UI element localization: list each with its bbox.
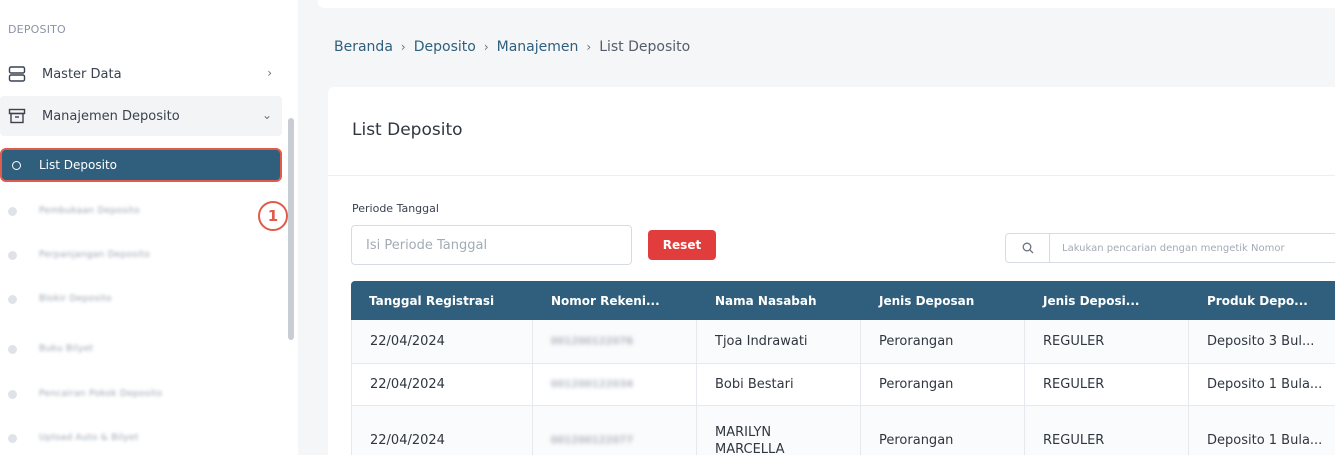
sidebar-section-label: DEPOSITO (8, 23, 66, 36)
breadcrumb-current: List Deposito (599, 39, 691, 55)
column-header[interactable]: Jenis Deposan (861, 281, 1025, 320)
sidebar-subitem[interactable]: Pembukaan Deposito (0, 196, 282, 226)
circle-icon (8, 294, 17, 304)
cell-nama: Bobi Bestari (697, 364, 861, 405)
circle-icon (8, 433, 17, 443)
table-header: Tanggal Registrasi Nomor Rekeni... Nama … (351, 281, 1335, 320)
annotation-badge: 1 (258, 201, 288, 231)
sidebar-subitem[interactable]: Perpanjangan Deposito (0, 240, 282, 270)
breadcrumb-beranda[interactable]: Beranda (334, 39, 393, 55)
table-row[interactable]: 22/04/2024 001200122034 Bobi Bestari Per… (351, 364, 1335, 406)
cell-jenis-deposito: REGULER (1025, 320, 1189, 363)
chevron-down-icon: ⌄ (261, 108, 272, 122)
circle-icon (8, 250, 17, 260)
sidebar-scrollbar[interactable] (288, 118, 294, 340)
cell-tanggal: 22/04/2024 (351, 320, 533, 363)
chevron-right-icon: › (267, 66, 272, 80)
circle-icon (8, 389, 17, 399)
page-title: List Deposito (352, 120, 463, 140)
top-header (318, 0, 1335, 8)
breadcrumb-deposito[interactable]: Deposito (414, 39, 476, 55)
sidebar-item-master-data[interactable]: Master Data › (0, 54, 282, 94)
cell-nomor: 001200122034 (533, 364, 697, 405)
cell-nama: Tjoa Indrawati (697, 320, 861, 363)
table-row[interactable]: 22/04/2024 001200122076 Tjoa Indrawati P… (351, 320, 1335, 364)
main-card: List Deposito Periode Tanggal Reset Tang… (328, 87, 1335, 455)
column-header[interactable]: Tanggal Registrasi (351, 281, 533, 320)
account-number: 001200122076 (551, 336, 634, 347)
sidebar-item-manajemen-deposito[interactable]: Manajemen Deposito ⌄ (0, 96, 282, 136)
circle-icon (8, 206, 17, 216)
search-input[interactable] (1050, 234, 1335, 262)
search-box (1005, 233, 1335, 263)
search-icon[interactable] (1006, 234, 1050, 262)
sidebar-subitem[interactable]: Pencairan Pokok Deposito (0, 379, 282, 409)
sidebar-subitem[interactable]: Blokir Deposito (0, 284, 282, 314)
name-line: MARILYN (715, 424, 772, 440)
cell-produk: Deposito 1 Bula... (1189, 364, 1335, 405)
circle-icon (8, 344, 17, 354)
cell-nomor: 001200122077 (533, 406, 697, 455)
chevron-right-icon: › (483, 40, 489, 54)
cell-jenis-deposan: Perorangan (861, 320, 1025, 363)
cell-tanggal: 22/04/2024 (351, 364, 533, 405)
cell-jenis-deposan: Perorangan (861, 364, 1025, 405)
archive-icon (6, 107, 28, 125)
period-date-input[interactable] (351, 225, 632, 265)
circle-icon (12, 160, 21, 170)
sidebar-subitem-label: Upload Auto & Bilyet (39, 433, 139, 443)
table-row[interactable]: 22/04/2024 001200122077 MARILYN MARCELLA… (351, 406, 1335, 455)
name-line: MARCELLA (715, 441, 785, 455)
sidebar-subitem-label: Pencairan Pokok Deposito (39, 389, 163, 399)
cell-jenis-deposan: Perorangan (861, 406, 1025, 455)
server-icon (6, 65, 28, 83)
cell-nomor: 001200122076 (533, 320, 697, 363)
chevron-right-icon: › (586, 40, 592, 54)
sidebar-subitem-label: Buku Bilyet (39, 344, 94, 354)
sidebar-item-label: Master Data (42, 66, 122, 82)
period-label: Periode Tanggal (352, 202, 439, 215)
cell-tanggal: 22/04/2024 (351, 406, 533, 455)
sidebar-item-label: Manajemen Deposito (42, 108, 180, 124)
cell-produk: Deposito 3 Bul... (1189, 320, 1335, 363)
sidebar-item-label: List Deposito (39, 158, 118, 172)
sidebar-subitem-label: Blokir Deposito (39, 294, 112, 304)
account-number: 001200122034 (551, 379, 634, 390)
deposito-table: Tanggal Registrasi Nomor Rekeni... Nama … (351, 281, 1335, 455)
cell-jenis-deposito: REGULER (1025, 364, 1189, 405)
column-header[interactable]: Nama Nasabah (697, 281, 861, 320)
sidebar-subitem-label: Perpanjangan Deposito (39, 250, 150, 260)
sidebar-subitem[interactable]: Buku Bilyet (0, 334, 282, 364)
breadcrumb: Beranda › Deposito › Manajemen › List De… (334, 39, 690, 55)
sidebar: DEPOSITO Master Data › Manajemen Deposit… (0, 0, 298, 455)
sidebar-subitem[interactable]: Upload Auto & Bilyet (0, 423, 282, 453)
sidebar-item-list-deposito[interactable]: List Deposito (0, 148, 282, 182)
divider (328, 175, 1335, 176)
cell-nama: MARILYN MARCELLA (697, 406, 861, 455)
cell-jenis-deposito: REGULER (1025, 406, 1189, 455)
column-header[interactable]: Nomor Rekeni... (533, 281, 697, 320)
column-header[interactable]: Jenis Deposi... (1025, 281, 1189, 320)
cell-produk: Deposito 1 Bula... (1189, 406, 1335, 455)
breadcrumb-manajemen[interactable]: Manajemen (497, 39, 579, 55)
column-header[interactable]: Produk Depo... (1189, 281, 1335, 320)
reset-button[interactable]: Reset (648, 230, 716, 260)
chevron-right-icon: › (400, 40, 406, 54)
sidebar-subitem-label: Pembukaan Deposito (39, 206, 140, 216)
account-number: 001200122077 (551, 435, 634, 446)
